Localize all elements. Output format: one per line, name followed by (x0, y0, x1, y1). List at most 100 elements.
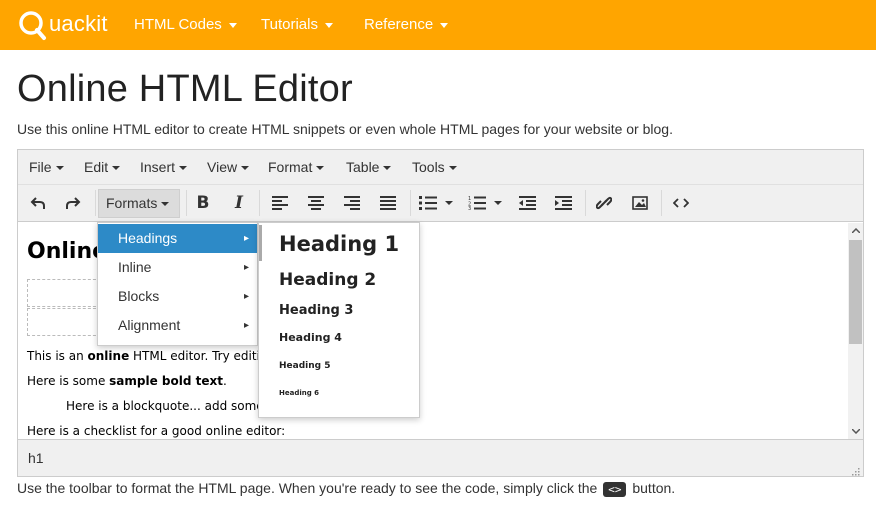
outdent-button[interactable] (513, 189, 541, 217)
code-badge: <> (603, 482, 627, 497)
menu-tools[interactable]: Tools (412, 150, 457, 185)
editor-statusbar: h1 (18, 439, 863, 476)
toolbar-divider (585, 190, 586, 216)
menu-edit-label: Edit (84, 159, 109, 175)
quackit-logo[interactable]: uackit (18, 8, 108, 42)
toolbar-divider (259, 190, 260, 216)
menu-insert-label: Insert (140, 159, 176, 175)
heading-1-option[interactable]: Heading 1 (279, 232, 399, 256)
insert-image-button[interactable] (626, 189, 654, 217)
page-intro: Use this online HTML editor to create HT… (17, 121, 673, 137)
nav-tutorials-label: Tutorials (261, 16, 318, 33)
submenu-scroll-indicator (259, 225, 262, 261)
scroll-up-arrow[interactable] (848, 223, 863, 238)
content-blockquote: Here is a blockquote... add some (66, 399, 264, 413)
chevron-down-icon (440, 22, 449, 28)
formats-menu-headings[interactable]: Headings ▸ (98, 224, 257, 253)
align-justify-icon (380, 196, 396, 210)
page-title: Online HTML Editor (17, 68, 353, 110)
bold-text: online (87, 349, 130, 363)
formats-button[interactable]: Formats (98, 189, 180, 218)
resize-handle[interactable] (850, 463, 860, 476)
italic-icon: I (235, 193, 243, 213)
nav-html-codes[interactable]: HTML Codes (134, 0, 237, 50)
insert-link-button[interactable] (590, 189, 618, 217)
element-path[interactable]: h1 (28, 440, 44, 477)
chevron-right-icon: ▸ (243, 320, 249, 331)
redo-button[interactable] (59, 189, 87, 217)
formats-menu-inline[interactable]: Inline ▸ (98, 253, 257, 282)
menu-insert[interactable]: Insert (140, 150, 188, 185)
nav-reference-label: Reference (364, 16, 434, 33)
menu-format[interactable]: Format (268, 150, 325, 185)
chevron-down-icon (494, 201, 502, 205)
bullet-list-button[interactable] (414, 189, 442, 217)
chevron-down-icon (851, 429, 860, 434)
image-icon (632, 196, 648, 210)
bold-icon: B (196, 193, 210, 213)
chevron-down-icon (445, 201, 453, 205)
heading-3-option[interactable]: Heading 3 (279, 303, 353, 318)
chevron-down-icon (383, 166, 392, 171)
align-left-button[interactable] (266, 189, 294, 217)
chevron-up-icon (851, 228, 860, 233)
menu-file[interactable]: File (29, 150, 64, 185)
link-icon (596, 196, 612, 210)
menu-table-label: Table (346, 159, 380, 175)
heading-5-option[interactable]: Heading 5 (279, 361, 330, 371)
chevron-right-icon: ▸ (243, 233, 249, 244)
chevron-right-icon: ▸ (243, 291, 249, 302)
numbered-list-options-button[interactable] (489, 189, 507, 217)
code-icon (673, 198, 689, 208)
content-placeholder-box (27, 308, 101, 336)
menu-edit[interactable]: Edit (84, 150, 121, 185)
editor-scrollbar[interactable] (848, 223, 863, 439)
content-paragraph: Here is a checklist for a good online ed… (27, 424, 286, 438)
bold-button[interactable]: B (189, 189, 217, 217)
heading-6-option[interactable]: Heading 6 (279, 389, 319, 397)
indent-icon (554, 196, 572, 210)
chevron-down-icon (55, 166, 64, 171)
scroll-down-arrow[interactable] (848, 424, 863, 439)
text: This is an (27, 349, 88, 363)
indent-button[interactable] (549, 189, 577, 217)
svg-text:3: 3 (468, 206, 471, 210)
top-navbar: uackit HTML Codes Tutorials Reference (0, 0, 876, 50)
source-code-button[interactable] (667, 189, 695, 217)
align-right-button[interactable] (338, 189, 366, 217)
align-justify-button[interactable] (374, 189, 402, 217)
italic-button[interactable]: I (225, 189, 253, 217)
quackit-logo-icon (19, 11, 46, 40)
bullet-list-icon (419, 196, 437, 210)
heading-2-option[interactable]: Heading 2 (279, 270, 376, 290)
menu-format-label: Format (268, 159, 313, 175)
formats-menu-alignment[interactable]: Alignment ▸ (98, 311, 257, 340)
text: . (223, 374, 227, 388)
chevron-down-icon (161, 202, 170, 207)
scroll-thumb[interactable] (849, 240, 862, 344)
menu-item-label: Alignment (118, 317, 181, 333)
menu-item-label: Headings (118, 230, 178, 246)
heading-4-option[interactable]: Heading 4 (279, 331, 342, 344)
text: HTML editor. Try editing (129, 349, 276, 363)
chevron-down-icon (112, 166, 121, 171)
menu-file-label: File (29, 159, 52, 175)
align-center-button[interactable] (302, 189, 330, 217)
nav-tutorials[interactable]: Tutorials (261, 0, 333, 50)
bullet-list-options-button[interactable] (440, 189, 458, 217)
outdent-icon (518, 196, 536, 210)
headings-submenu: Heading 1 Heading 2 Heading 3 Heading 4 … (258, 222, 420, 418)
align-right-icon (344, 196, 360, 210)
toolbar-divider (661, 190, 662, 216)
menu-view[interactable]: View (207, 150, 250, 185)
undo-button[interactable] (24, 189, 52, 217)
chevron-down-icon (179, 166, 188, 171)
nav-reference[interactable]: Reference (364, 0, 449, 50)
formats-menu-blocks[interactable]: Blocks ▸ (98, 282, 257, 311)
content-placeholder-box (27, 279, 101, 307)
menu-table[interactable]: Table (346, 150, 392, 185)
numbered-list-button[interactable]: 123 (463, 189, 491, 217)
text: Here is some (27, 374, 110, 388)
logo-text: uackit (49, 10, 108, 36)
chevron-down-icon (448, 166, 457, 171)
